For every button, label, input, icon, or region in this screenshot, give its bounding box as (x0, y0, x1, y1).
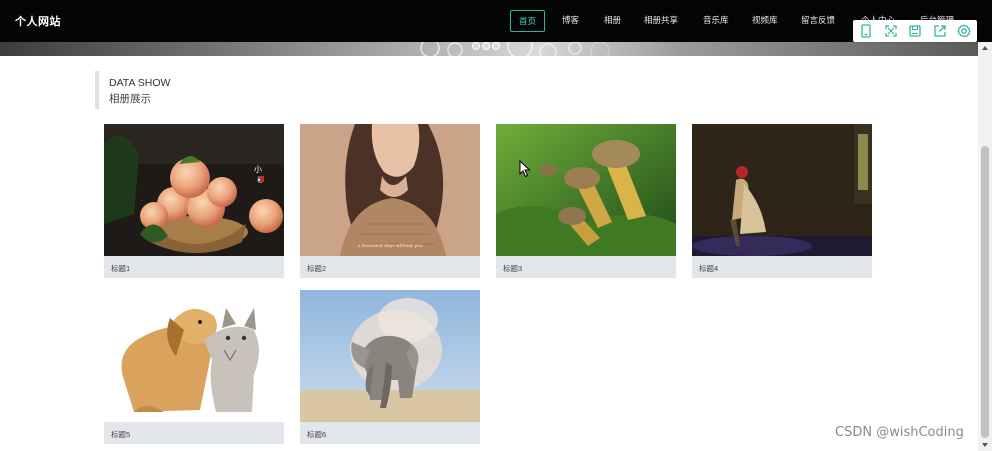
album-overlay-text: a thousand days without you (357, 243, 422, 249)
nav-item-blog[interactable]: 博客 (562, 10, 579, 30)
site-brand[interactable]: 个人网站 (15, 13, 61, 29)
album-card[interactable]: 标题3 (496, 124, 676, 278)
album-thumbnail[interactable] (496, 124, 676, 256)
section-header: DATA SHOW 相册展示 (95, 71, 170, 109)
save-icon[interactable] (907, 23, 923, 39)
tablet-icon[interactable] (858, 23, 874, 39)
album-card[interactable]: 标题6 (300, 290, 480, 444)
album-caption: 标题3 (503, 264, 523, 273)
top-navbar: 个人网站 首页 博客 相册 相册共享 音乐库 视频库 留言反馈 个人中心 后台管… (0, 0, 992, 42)
album-thumbnail[interactable] (104, 290, 284, 422)
nav-item-album-share[interactable]: 相册共享 (644, 10, 678, 30)
album-card[interactable]: 标题4 (692, 124, 872, 278)
svg-text:小: 小 (254, 165, 262, 174)
album-caption: 标题5 (111, 430, 131, 439)
banner-carousel[interactable] (0, 42, 978, 56)
album-caption: 标题1 (111, 264, 131, 273)
album-thumbnail[interactable] (300, 290, 480, 422)
album-thumbnail[interactable]: 小 暑 (104, 124, 284, 256)
nav-item-album[interactable]: 相册 (604, 10, 621, 30)
carousel-dot[interactable] (492, 42, 500, 50)
section-title-cn: 相册展示 (109, 93, 151, 105)
section-title-en: DATA SHOW (109, 77, 171, 89)
floating-toolbar (853, 20, 977, 42)
album-thumbnail[interactable]: a thousand days without you (300, 124, 480, 256)
carousel-dot[interactable] (472, 42, 480, 50)
settings-icon[interactable] (956, 23, 972, 39)
scrollbar-thumb[interactable] (981, 146, 989, 438)
album-card[interactable]: a thousand days without you 标题2 (300, 124, 480, 278)
nav-item-music[interactable]: 音乐库 (703, 10, 729, 30)
nav-item-feedback[interactable]: 留言反馈 (801, 10, 835, 30)
album-caption: 标题4 (699, 264, 719, 273)
nav-item-video[interactable]: 视频库 (752, 10, 778, 30)
scroll-up-icon[interactable] (982, 46, 988, 50)
csdn-watermark: CSDN @wishCoding (835, 425, 964, 440)
fullscreen-icon[interactable] (883, 23, 899, 39)
mouse-cursor-icon (519, 160, 531, 178)
vertical-scrollbar[interactable] (978, 42, 992, 451)
share-icon[interactable] (932, 23, 948, 39)
album-caption: 标题6 (307, 430, 327, 439)
carousel-dot[interactable] (482, 42, 490, 50)
album-caption: 标题2 (307, 264, 327, 273)
nav-item-home[interactable]: 首页 (510, 10, 546, 32)
album-thumbnail[interactable] (692, 124, 872, 256)
scroll-down-icon[interactable] (982, 443, 988, 447)
album-card[interactable]: 小 暑 标题1 (104, 124, 284, 278)
album-card[interactable]: 标题5 (104, 290, 284, 444)
